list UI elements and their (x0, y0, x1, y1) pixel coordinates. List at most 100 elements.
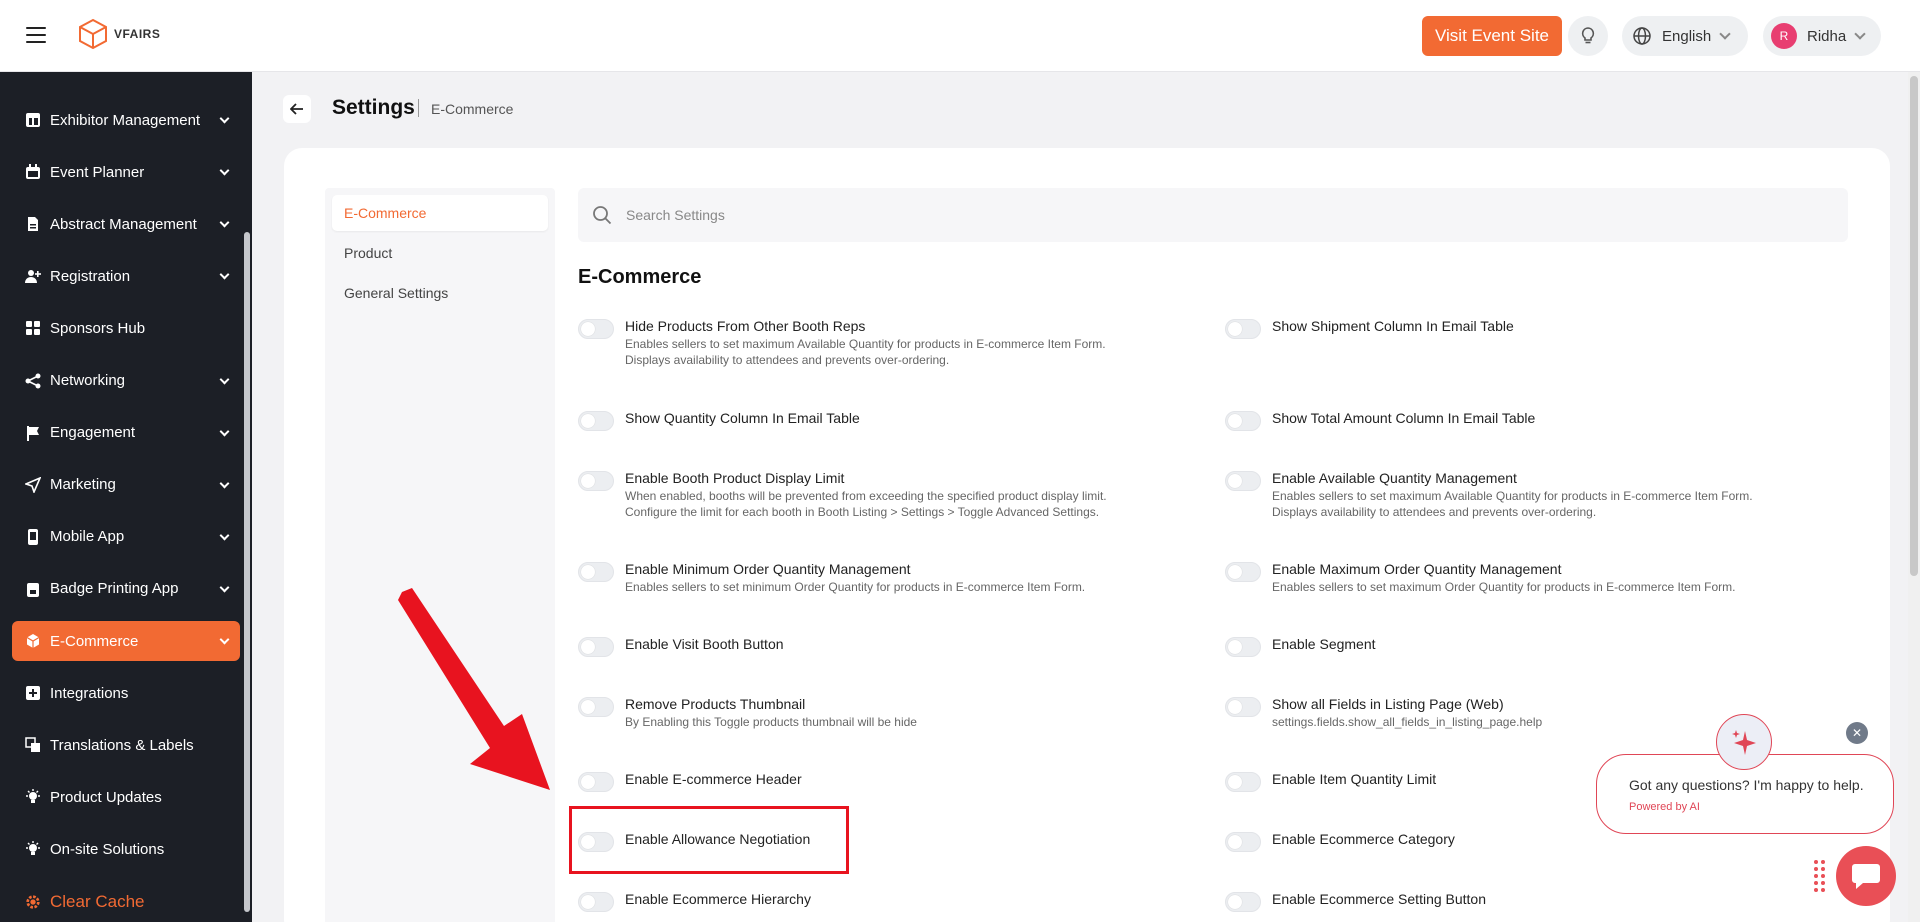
chevron-down-icon (1854, 28, 1866, 40)
share-icon (25, 373, 41, 389)
toggle-switch[interactable] (1225, 637, 1261, 657)
hamburger-menu-icon[interactable] (26, 27, 46, 43)
setting-text: Enable Visit Booth Button (625, 635, 784, 653)
setting-label: Show Quantity Column In Email Table (625, 410, 860, 426)
toggle-switch[interactable] (1225, 562, 1261, 582)
logo-text: VFAIRS (114, 27, 161, 41)
toggle-switch[interactable] (578, 772, 614, 792)
clear-cache-button[interactable]: Clear Cache (12, 882, 240, 922)
chevron-down-icon (219, 634, 230, 645)
setting-enable-e-commerce-header: Enable E-commerce Header (578, 770, 802, 792)
page-title: Settings (332, 96, 415, 119)
sidebar-item-engagement[interactable]: Engagement (12, 413, 240, 453)
sidebar-item-mobile-app[interactable]: Mobile App (12, 517, 240, 557)
sparkle-icon (1732, 730, 1756, 755)
visit-event-site-button[interactable]: Visit Event Site (1422, 16, 1562, 56)
setting-label: Enable Visit Booth Button (625, 636, 784, 652)
translate-icon (25, 737, 41, 753)
language-label: English (1662, 27, 1712, 45)
setting-label: Remove Products Thumbnail (625, 696, 806, 712)
toggle-switch[interactable] (578, 892, 614, 912)
toggle-switch[interactable] (578, 319, 614, 339)
settings-nav-ecommerce[interactable]: E-Commerce (332, 195, 548, 231)
sidebar-item-sponsors-hub[interactable]: Sponsors Hub (12, 308, 240, 348)
settings-nav: E-Commerce Product General Settings (325, 188, 555, 922)
settings-nav-general-settings[interactable]: General Settings (332, 275, 548, 311)
toggle-switch[interactable] (1225, 319, 1261, 339)
sidebar-item-abstract-management[interactable]: Abstract Management (12, 204, 240, 244)
toggle-switch[interactable] (578, 697, 614, 717)
sidebar-scrollbar[interactable] (244, 232, 250, 912)
sidebar-item-label: E-Commerce (50, 632, 139, 650)
toggle-switch[interactable] (1225, 411, 1261, 431)
setting-text: Show Shipment Column In Email Table (1272, 317, 1514, 335)
toggle-switch[interactable] (1225, 832, 1261, 852)
red-arrow-annotation (398, 588, 550, 790)
toggle-switch[interactable] (1225, 697, 1261, 717)
badge-icon (25, 581, 41, 597)
chevron-down-icon (219, 165, 230, 176)
sidebar-item-integrations[interactable]: Integrations (12, 673, 240, 713)
setting-label: Enable Available Quantity Management (1272, 470, 1517, 486)
chat-launcher-button[interactable] (1836, 846, 1896, 906)
sidebar-item-label: Networking (50, 372, 126, 389)
flag-icon (25, 425, 41, 441)
settings-nav-product[interactable]: Product (332, 235, 548, 271)
sidebar-item-registration[interactable]: Registration (12, 256, 240, 296)
page-scrollbar[interactable] (1908, 72, 1920, 922)
sidebar-item-label: Mobile App (50, 528, 125, 546)
sidebar-item-product-updates[interactable]: Product Updates (12, 777, 240, 817)
setting-text: Show Total Amount Column In Email Table (1272, 409, 1535, 427)
setting-text: Show all Fields in Listing Page (Web) set… (1272, 695, 1542, 730)
toggle-switch[interactable] (578, 637, 614, 657)
sidebar-item-badge-printing-app[interactable]: Badge Printing App (12, 569, 240, 609)
sidebar-item-marketing[interactable]: Marketing (12, 465, 240, 505)
globe-icon (1633, 27, 1651, 45)
toggle-switch[interactable] (1225, 772, 1261, 792)
language-select[interactable]: English (1622, 16, 1748, 56)
setting-text: Enable Ecommerce Hierarchy (625, 890, 811, 908)
vfairs-logo[interactable]: VFAIRS (78, 18, 160, 50)
setting-label: Enable Ecommerce Category (1272, 831, 1455, 847)
setting-label: Enable Segment (1272, 636, 1376, 652)
drag-handle-icon[interactable] (1814, 860, 1826, 894)
grid-icon (25, 320, 41, 336)
sidebar-item-e-commerce[interactable]: E-Commerce (12, 621, 240, 661)
setting-enable-booth-product-display-limit: Enable Booth Product Display Limit When e… (578, 469, 1107, 520)
search-input[interactable] (626, 207, 1726, 223)
toggle-switch[interactable] (1225, 471, 1261, 491)
lightbulb-button[interactable] (1568, 16, 1608, 56)
breadcrumb-divider (418, 99, 419, 117)
sidebar-item-exhibitor-management[interactable]: Exhibitor Management (12, 100, 240, 140)
setting-enable-item-quantity-limit: Enable Item Quantity Limit (1225, 770, 1436, 792)
toggle-switch[interactable] (578, 471, 614, 491)
chevron-down-icon (219, 217, 230, 228)
user-menu[interactable]: R Ridha (1763, 16, 1881, 56)
ai-sparkle-button[interactable] (1716, 714, 1772, 770)
chat-close-button[interactable]: ✕ (1846, 722, 1868, 744)
toggle-switch[interactable] (1225, 892, 1261, 912)
chevron-down-icon (219, 426, 230, 437)
sidebar-item-translations-labels[interactable]: Translations & Labels (12, 725, 240, 765)
sidebar-item-on-site-solutions[interactable]: On-site Solutions (12, 829, 240, 869)
chat-icon (1852, 864, 1880, 889)
chevron-down-icon (219, 530, 230, 541)
setting-enable-segment: Enable Segment (1225, 635, 1376, 657)
toggle-switch[interactable] (578, 411, 614, 431)
toggle-switch[interactable] (578, 562, 614, 582)
bulb-icon (25, 841, 41, 857)
section-title: E-Commerce (578, 266, 702, 288)
sidebar-item-event-planner[interactable]: Event Planner (12, 152, 240, 192)
setting-enable-ecommerce-hierarchy: Enable Ecommerce Hierarchy (578, 890, 811, 912)
sidebar-item-networking[interactable]: Networking (12, 361, 240, 401)
setting-text: Enable Ecommerce Category (1272, 830, 1455, 848)
table-icon (25, 112, 41, 128)
setting-enable-minimum-order-quantity-management: Enable Minimum Order Quantity Management… (578, 560, 1085, 595)
setting-text: Enable Minimum Order Quantity Management… (625, 560, 1085, 595)
document-icon (25, 216, 41, 232)
close-icon: ✕ (1851, 726, 1863, 740)
sidebar-item-label: Event Planner (50, 163, 145, 181)
back-button[interactable] (283, 95, 311, 123)
sidebar: Exhibitor Management Event Planner Abstrac… (0, 72, 252, 922)
setting-label: Enable E-commerce Header (625, 771, 802, 787)
